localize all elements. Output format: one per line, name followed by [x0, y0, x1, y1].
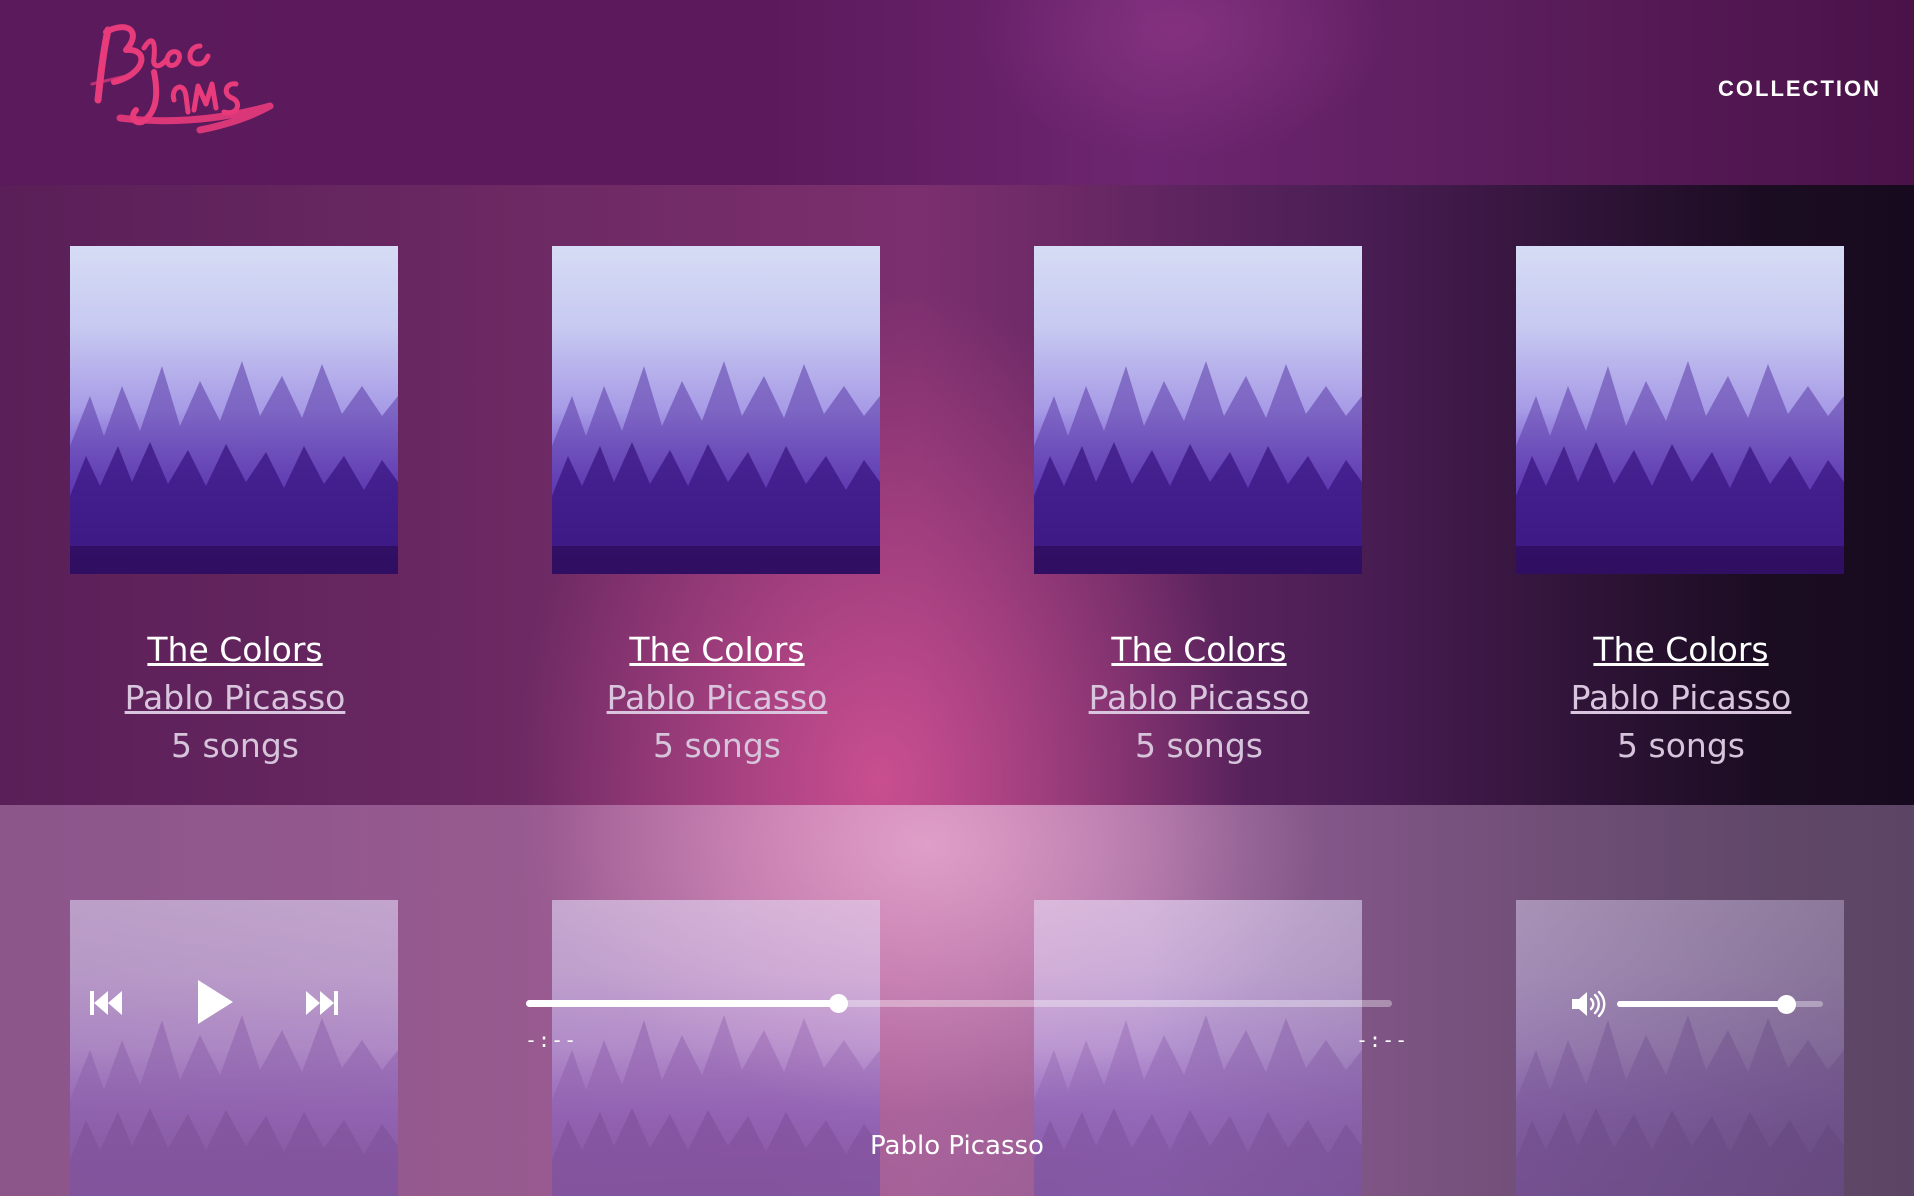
play-icon	[198, 980, 233, 1024]
volume-slider-thumb[interactable]	[1776, 995, 1796, 1014]
play-button[interactable]	[194, 977, 236, 1031]
album-song-count: 5 songs	[653, 726, 781, 765]
album-artist-link[interactable]: Pablo Picasso	[552, 674, 882, 722]
volume-slider-fill	[1617, 1001, 1786, 1007]
album-song-count: 5 songs	[1135, 726, 1263, 765]
forest-image-icon	[1034, 361, 1362, 574]
album-card[interactable]: The Colors Pablo Picasso 5 songs	[1034, 246, 1364, 770]
seek-bar-thumb[interactable]	[828, 994, 848, 1013]
next-button[interactable]	[304, 988, 340, 1022]
nav-collection-link[interactable]: COLLECTION	[1718, 76, 1881, 102]
album-title-link[interactable]: The Colors	[1034, 626, 1364, 674]
current-time: -:--	[525, 1028, 578, 1052]
album-song-count: 5 songs	[1617, 726, 1745, 765]
album-card[interactable]: The Colors Pablo Picasso 5 songs	[70, 246, 400, 770]
album-cover[interactable]	[70, 246, 398, 574]
volume-button[interactable]	[1570, 989, 1608, 1023]
album-song-count: 5 songs	[171, 726, 299, 765]
album-cover[interactable]	[552, 246, 880, 574]
logo-script-icon	[90, 24, 274, 134]
page: COLLECTION The Colors Pablo Picasso 5 so…	[0, 0, 1914, 1196]
bloc-jams-logo[interactable]	[80, 12, 285, 152]
album-artist-link[interactable]: Pablo Picasso	[1034, 674, 1364, 722]
album-card[interactable]: The Colors Pablo Picasso 5 songs	[552, 246, 882, 770]
volume-slider[interactable]	[1617, 995, 1823, 1014]
previous-icon	[90, 991, 122, 1015]
forest-image-icon	[552, 361, 880, 574]
album-artist-link[interactable]: Pablo Picasso	[1516, 674, 1846, 722]
album-title-link[interactable]: The Colors	[552, 626, 882, 674]
album-cover[interactable]	[1516, 246, 1844, 574]
forest-image-icon	[70, 361, 398, 574]
site-header: COLLECTION	[0, 0, 1914, 185]
album-title-link[interactable]: The Colors	[1516, 626, 1846, 674]
now-playing-artist: Pablo Picasso	[870, 1131, 1044, 1161]
album-card[interactable]: The Colors Pablo Picasso 5 songs	[1516, 246, 1846, 770]
total-time: -:--	[1356, 1028, 1409, 1052]
album-grid-row: The Colors Pablo Picasso 5 songs The Col…	[0, 185, 1914, 805]
volume-icon	[1572, 990, 1606, 1018]
album-artist-link[interactable]: Pablo Picasso	[70, 674, 400, 722]
previous-button[interactable]	[88, 988, 124, 1022]
seek-bar[interactable]	[526, 994, 1392, 1013]
forest-image-icon	[1516, 361, 1844, 574]
album-title-link[interactable]: The Colors	[70, 626, 400, 674]
album-cover[interactable]	[1034, 246, 1362, 574]
seek-bar-fill	[526, 1000, 838, 1007]
next-icon	[306, 991, 338, 1015]
